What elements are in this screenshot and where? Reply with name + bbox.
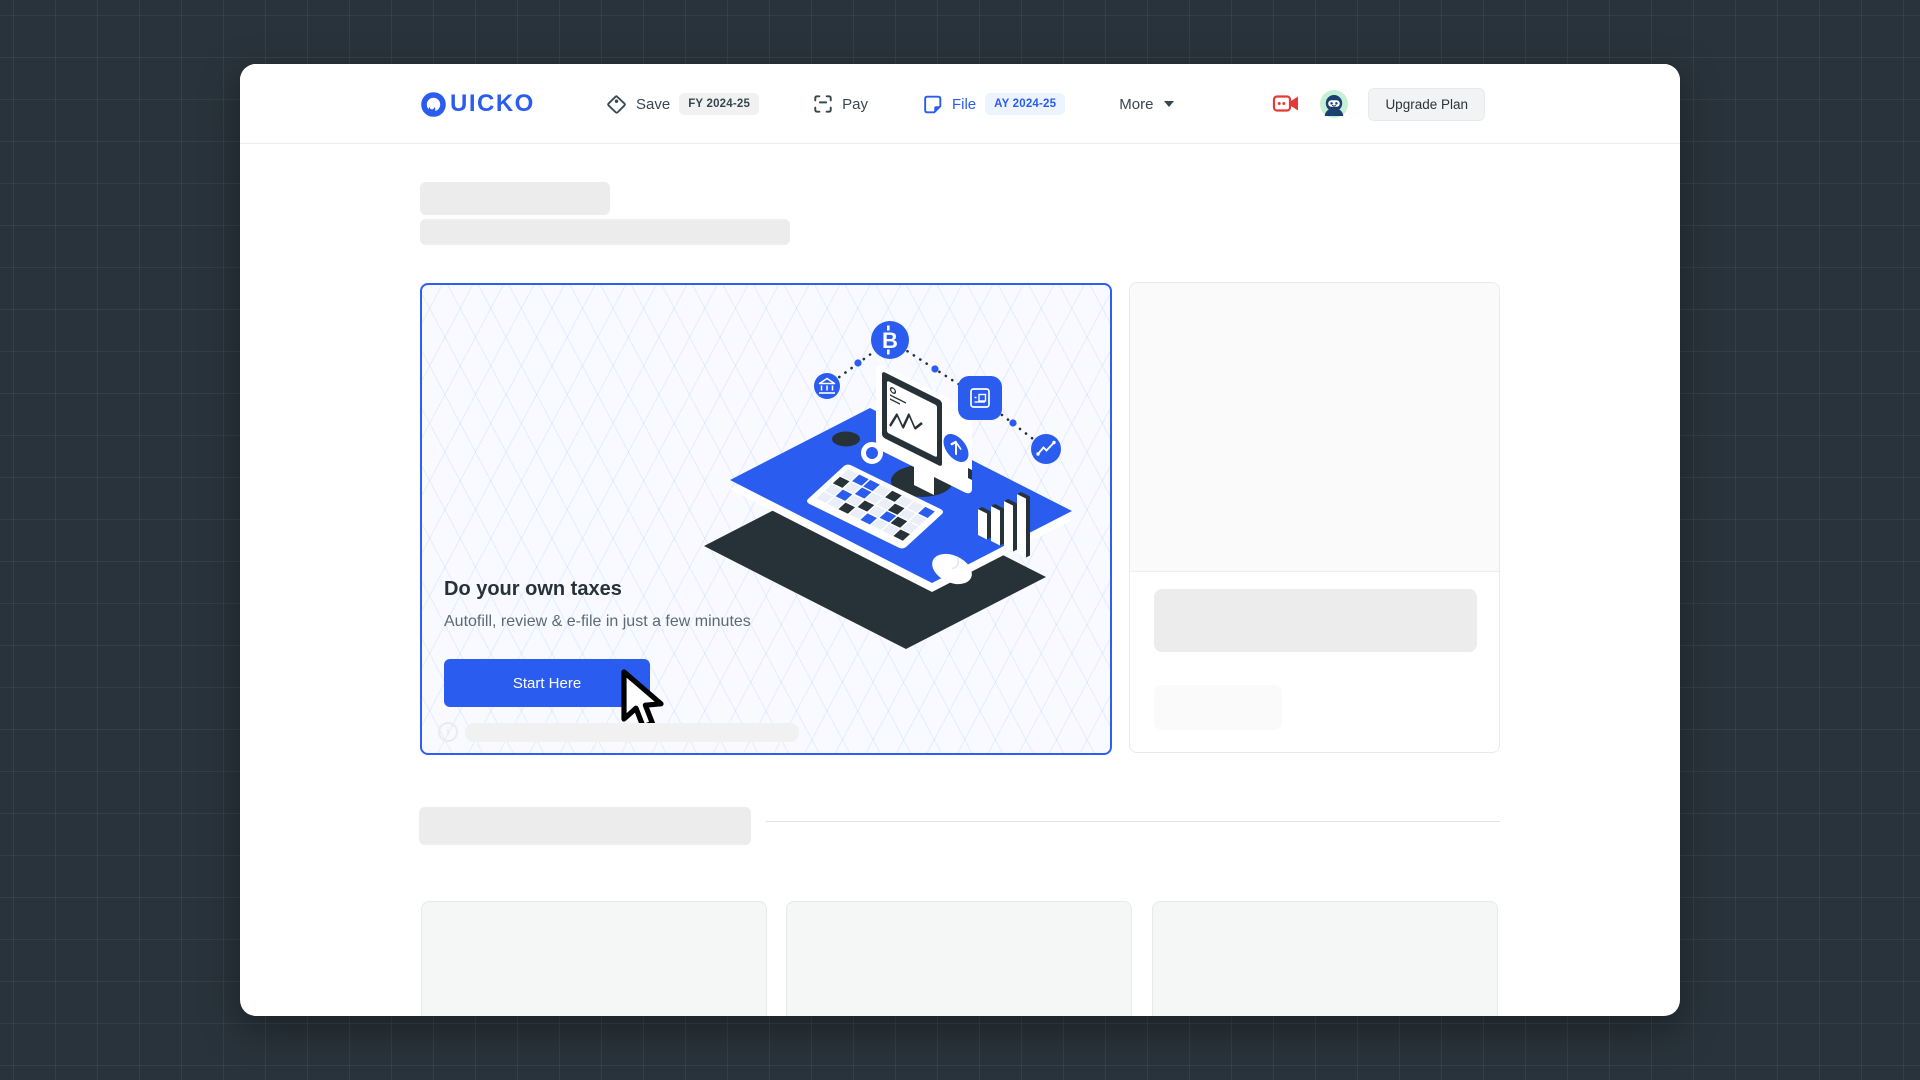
svg-text:B: B [882, 328, 898, 353]
file-document-icon [922, 94, 943, 115]
chevron-down-icon [1164, 101, 1174, 107]
bank-node-icon [814, 373, 840, 399]
section-divider [766, 821, 1500, 822]
save-tag-icon [606, 94, 627, 115]
nav-item-label: More [1119, 96, 1153, 113]
assistant-bot-avatar[interactable] [1320, 90, 1348, 118]
assessment-year-badge: AY 2024-25 [985, 93, 1065, 115]
hero-subtitle: Autofill, review & e-file in just a few … [444, 613, 751, 631]
page-subtitle-skeleton [420, 219, 790, 245]
bottom-card-placeholder [786, 901, 1132, 1016]
bottom-card-placeholder [1152, 901, 1498, 1016]
side-card-button-skeleton [1154, 685, 1282, 730]
side-promo-card [1129, 282, 1500, 753]
upgrade-plan-button[interactable]: Upgrade Plan [1368, 88, 1485, 121]
info-icon: i [438, 722, 458, 742]
nav-item-label: File [952, 96, 976, 113]
app-window: UICKO Save FY 2024-25 [240, 64, 1680, 1016]
side-card-text-skeleton [1154, 589, 1477, 652]
trend-node-icon [1031, 434, 1061, 464]
side-card-media-placeholder [1130, 283, 1499, 572]
quicko-logo[interactable]: UICKO [420, 90, 535, 118]
section-title-skeleton [419, 807, 751, 845]
do-your-own-taxes-card: B Do your own tax [420, 283, 1112, 755]
bottom-card-placeholder [421, 901, 767, 1016]
nav-item-pay[interactable]: Pay [813, 94, 868, 114]
hero-title: Do your own taxes [444, 578, 622, 601]
page-title-skeleton [420, 182, 610, 215]
nav-item-save[interactable]: Save FY 2024-25 [606, 93, 759, 115]
nav-item-file[interactable]: File AY 2024-25 [922, 93, 1065, 115]
quicko-logo-q-icon [420, 91, 447, 118]
fiscal-year-badge: FY 2024-25 [679, 93, 759, 115]
nav-right-group: Upgrade Plan [1272, 64, 1485, 144]
document-node-icon [958, 376, 1002, 420]
nav-item-label: Pay [842, 96, 868, 113]
video-record-icon[interactable] [1272, 92, 1300, 116]
hero-footnote-skeleton [465, 723, 799, 742]
nav-menu: Save FY 2024-25 Pay [606, 64, 1174, 144]
tax-desk-illustration: B [610, 289, 1090, 654]
bitcoin-node-icon: B [871, 321, 909, 359]
nav-item-more[interactable]: More [1119, 96, 1174, 113]
pay-scan-icon [813, 94, 833, 114]
top-navbar: UICKO Save FY 2024-25 [240, 64, 1680, 144]
nav-item-label: Save [636, 96, 670, 113]
quicko-logo-text: UICKO [450, 90, 535, 118]
